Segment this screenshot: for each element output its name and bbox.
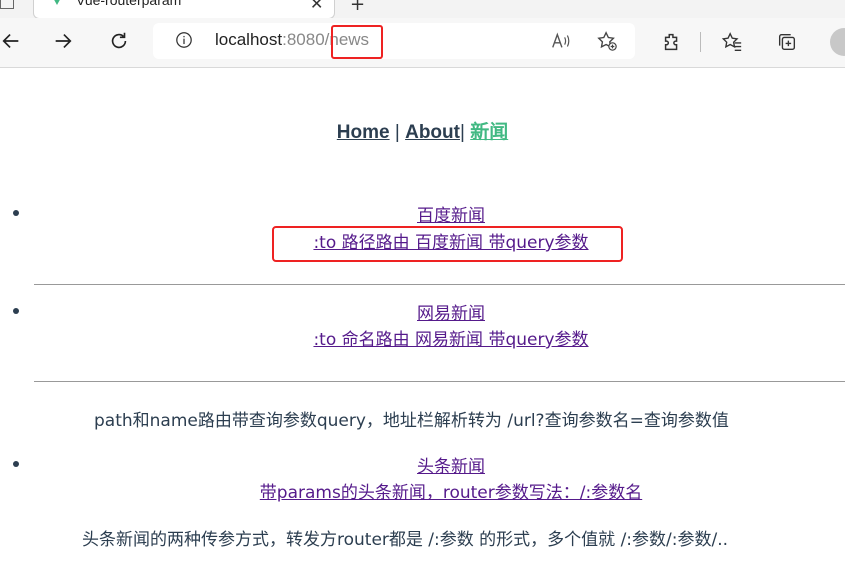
favorites-icon <box>721 32 742 51</box>
divider <box>34 381 845 382</box>
address-bar[interactable]: localhost:8080/news <box>153 23 635 59</box>
nav-separator: | <box>389 122 406 143</box>
toutiao-news-link[interactable]: 头条新闻 <box>34 452 845 477</box>
read-aloud-button[interactable] <box>549 29 573 53</box>
tab-title: Vue-routerparam <box>76 0 182 8</box>
list-bullet <box>13 210 19 216</box>
back-icon <box>2 33 19 49</box>
toutiao-params-link[interactable]: 带params的头条新闻，router参数写法：/:参数名 <box>34 478 845 503</box>
query-link-highlight <box>272 226 623 262</box>
url-host: localhost <box>215 30 283 49</box>
query-note: path和name路由带查询参数query，地址栏解析转为 /url?查询参数名… <box>94 411 729 431</box>
favorites-button[interactable] <box>720 30 744 54</box>
params-note: 头条新闻的两种传参方式，转发方router都是 /:参数 的形式，多个值就 /:… <box>82 530 729 550</box>
collections-icon <box>778 33 796 51</box>
toolbar-divider <box>700 32 701 52</box>
back-button[interactable] <box>0 26 26 56</box>
read-aloud-icon <box>552 32 570 48</box>
extensions-icon <box>664 33 678 51</box>
browser-toolbar: localhost:8080/news <box>0 18 845 68</box>
forward-icon <box>55 33 72 49</box>
active-tab[interactable]: Vue-routerparam ✕ <box>33 0 335 19</box>
url-path-highlight <box>331 25 383 59</box>
router-nav: Home | About| 新闻 <box>0 117 845 144</box>
divider <box>34 284 845 285</box>
tab-strip: Vue-routerparam ✕ + <box>0 0 845 19</box>
refresh-icon <box>111 32 127 49</box>
close-tab-icon[interactable]: ✕ <box>310 0 323 13</box>
profile-icon[interactable] <box>830 28 845 56</box>
vue-favicon-icon <box>52 0 62 5</box>
nav-link-home[interactable]: Home <box>337 122 390 143</box>
list-bullet <box>13 308 19 314</box>
extensions-button[interactable] <box>660 30 684 54</box>
nav-link-about[interactable]: About <box>405 122 460 143</box>
add-favorite-icon <box>597 31 617 51</box>
netease-query-link[interactable]: :to 命名路由 网易新闻 带query参数 <box>34 325 845 350</box>
refresh-button[interactable] <box>104 26 134 56</box>
forward-button[interactable] <box>48 26 78 56</box>
list-bullet <box>13 461 19 467</box>
collections-button[interactable] <box>775 30 799 54</box>
url-port: :8080/ <box>282 30 330 49</box>
info-icon[interactable] <box>175 31 193 49</box>
add-favorite-button[interactable] <box>595 29 619 53</box>
netease-news-link[interactable]: 网易新闻 <box>34 299 845 324</box>
new-tab-button[interactable]: + <box>350 0 365 15</box>
nav-link-news[interactable]: 新闻 <box>470 122 508 143</box>
tab-actions-icon[interactable] <box>0 0 14 9</box>
baidu-news-link[interactable]: 百度新闻 <box>34 201 845 226</box>
nav-separator: | <box>459 122 471 143</box>
